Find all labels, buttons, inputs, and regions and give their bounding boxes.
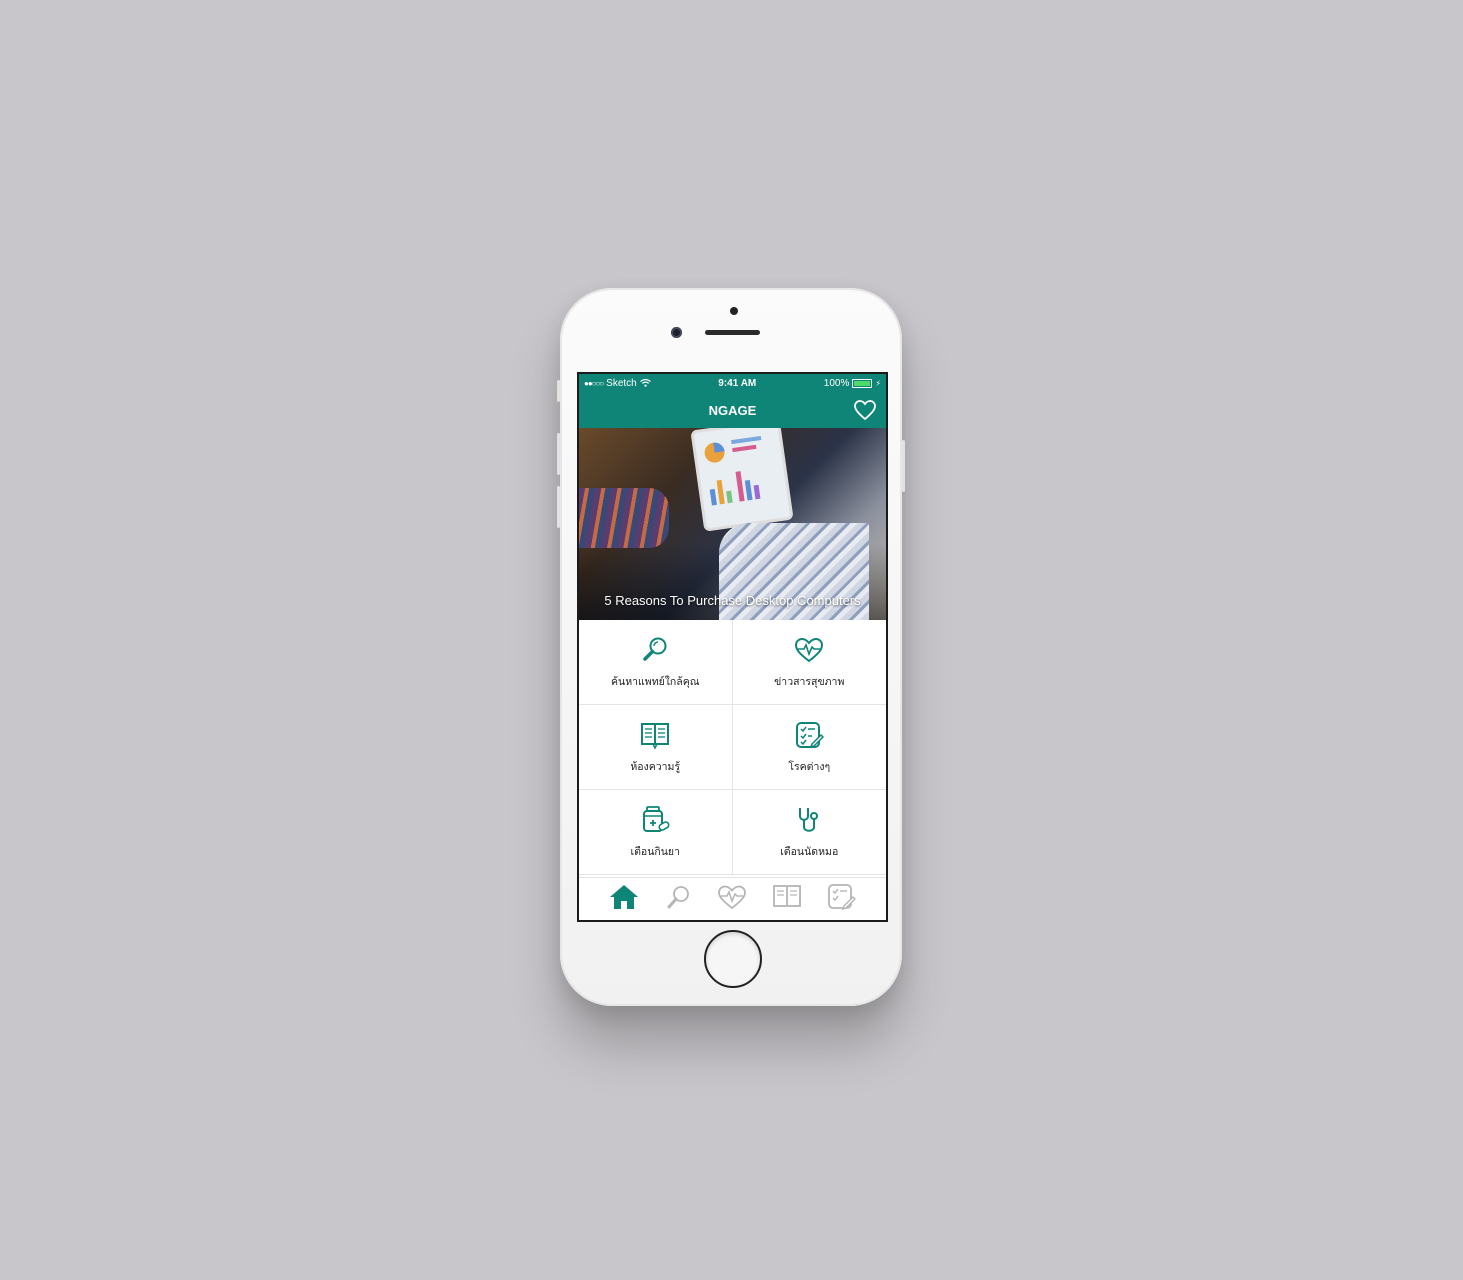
stethoscope-icon [799, 807, 819, 832]
proximity-sensor [730, 307, 738, 315]
mute-switch [557, 380, 560, 402]
power-button [902, 440, 905, 492]
menu-item-label: ค้นหาแพทย์ใกล้คุณ [611, 675, 700, 688]
menu-item-appointment-reminder[interactable]: เตือนนัดหมอ [732, 790, 886, 875]
battery-icon [852, 378, 873, 388]
heartbeat-icon [718, 885, 747, 909]
book-icon [641, 722, 670, 750]
tab-bar [579, 877, 886, 920]
app-screen: ●●○○○ Sketch 9:41 AM 100% ⚡ NGAGE 5 Reas… [577, 372, 888, 922]
tab-knowledge[interactable] [771, 883, 803, 916]
search-icon [667, 885, 690, 908]
volume-up-button [557, 433, 560, 475]
volume-down-button [557, 486, 560, 528]
nav-bar: NGAGE [579, 392, 886, 428]
tab-diseases[interactable] [825, 883, 857, 916]
time-label: 9:41 AM [718, 377, 757, 389]
app-title: NGAGE [708, 402, 757, 418]
featured-banner[interactable]: 5 Reasons To Purchase Desktop Computers [579, 428, 886, 620]
earpiece-speaker [705, 330, 760, 335]
tab-home[interactable] [608, 883, 640, 916]
book-icon [772, 884, 801, 907]
carrier-label: Sketch [606, 377, 637, 389]
menu-item-diseases[interactable]: โรคต่างๆ [732, 705, 886, 790]
menu-item-label: โรคต่างๆ [788, 760, 831, 773]
signal-icon: ●●○○○ [584, 378, 604, 388]
menu-item-find-doctor[interactable]: ค้นหาแพทย์ใกล้คุณ [579, 620, 733, 705]
home-button[interactable] [704, 930, 762, 988]
checklist-icon [827, 883, 856, 910]
battery-percent: 100% [823, 377, 850, 389]
search-icon [643, 637, 667, 661]
menu-item-knowledge-room[interactable]: ห้องความรู้ [579, 705, 733, 790]
menu-item-label: ข่าวสารสุขภาพ [774, 675, 845, 688]
wifi-icon [639, 379, 651, 387]
home-icon [610, 884, 639, 909]
banner-image-tablet [690, 428, 794, 532]
tab-search[interactable] [662, 883, 694, 916]
tab-health[interactable] [716, 883, 748, 916]
front-camera [671, 327, 682, 338]
menu-item-health-news[interactable]: ข่าวสารสุขภาพ [732, 620, 886, 705]
checklist-icon [796, 721, 825, 748]
medicine-icon [643, 805, 670, 832]
favorite-heart-icon[interactable] [853, 398, 877, 422]
menu-item-medicine-reminder[interactable]: เตือนกินยา [579, 790, 733, 875]
status-bar: ●●○○○ Sketch 9:41 AM 100% ⚡ [579, 374, 886, 392]
banner-image-sock [579, 488, 669, 548]
menu-grid: ค้นหาแพทย์ใกล้คุณ ข่าวสารสุขภาพ ห้องความ… [579, 620, 886, 875]
menu-item-label: เตือนนัดหมอ [780, 845, 839, 858]
menu-item-label: เตือนกินยา [630, 845, 680, 858]
heartbeat-icon [795, 637, 824, 662]
charging-icon: ⚡ [875, 378, 881, 388]
menu-item-label: ห้องความรู้ [630, 760, 681, 773]
banner-title: 5 Reasons To Purchase Desktop Computers [604, 593, 861, 608]
phone-device: ●●○○○ Sketch 9:41 AM 100% ⚡ NGAGE 5 Reas… [557, 288, 905, 1006]
